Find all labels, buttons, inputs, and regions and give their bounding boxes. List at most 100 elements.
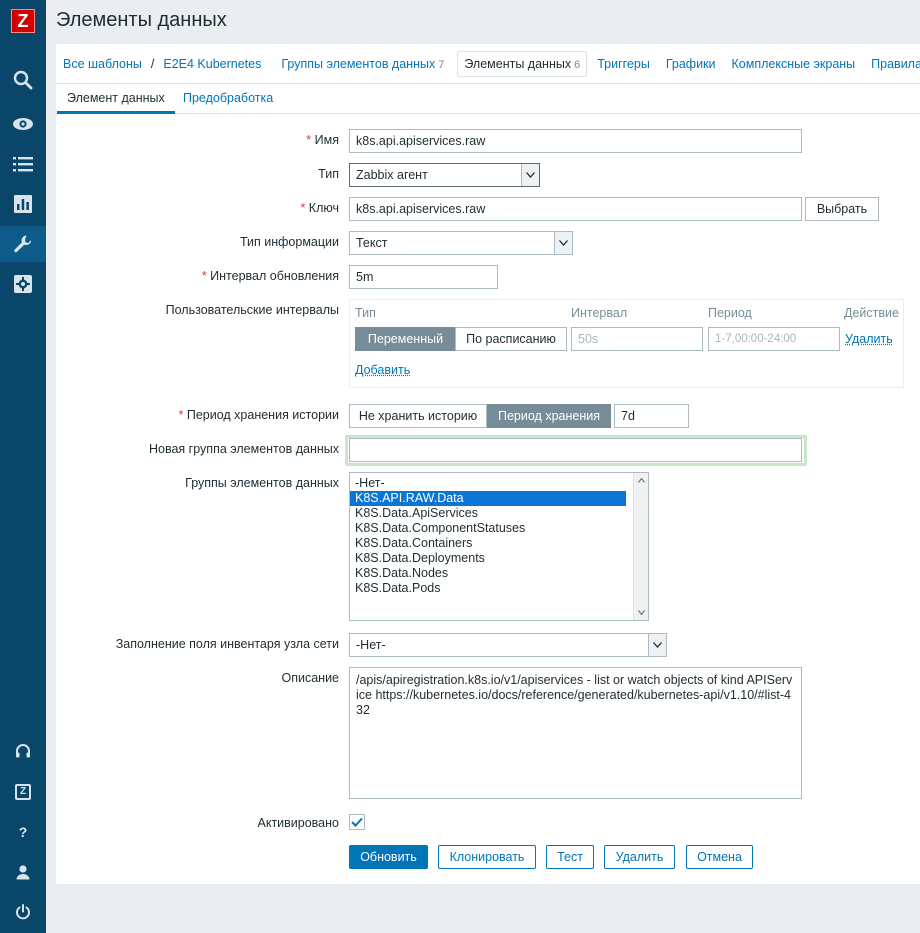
nav-app-groups[interactable]: Группы элементов данных 7 [274, 57, 451, 71]
eye-icon[interactable] [0, 106, 46, 142]
nav-template[interactable]: E2E4 Kubernetes [156, 57, 268, 71]
clone-button[interactable]: Клонировать [438, 845, 536, 869]
type-select-value: Zabbix агент [356, 168, 428, 182]
zabbix-logo[interactable]: Z [11, 9, 35, 33]
nav-items-count: 6 [574, 58, 581, 71]
page-title: Элементы данных [56, 9, 227, 31]
enabled-checkbox[interactable] [349, 814, 365, 830]
nav-screens[interactable]: Комплексные экраны [725, 57, 865, 71]
apps-option[interactable]: K8S.Data.ApiServices [350, 506, 626, 521]
breadcrumb-nav: Все шаблоны / E2E4 Kubernetes Группы эле… [56, 44, 920, 84]
apps-option[interactable]: K8S.Data.Pods [350, 581, 626, 596]
key-label-text: Ключ [308, 201, 339, 215]
apps-option[interactable]: K8S.Data.ComponentStatuses [350, 521, 626, 536]
chevron-down-icon [521, 164, 539, 186]
name-input[interactable]: k8s.api.apiservices.raw [349, 129, 802, 153]
apps-option[interactable]: K8S.API.RAW.Data [350, 491, 626, 506]
history-input[interactable]: 7d [614, 404, 689, 428]
tab-item[interactable]: Элемент данных [57, 84, 175, 114]
new-app-label: Новая группа элементов данных [149, 442, 339, 456]
apps-option[interactable]: -Нет- [350, 476, 626, 491]
name-label: * Имя [59, 133, 339, 147]
ci-col-type: Тип [355, 306, 376, 320]
chevron-down-icon[interactable] [634, 605, 648, 620]
apps-option[interactable]: K8S.Data.Deployments [350, 551, 626, 566]
form-tabs: Элемент данных Предобработка [56, 84, 920, 114]
new-app-input[interactable] [349, 438, 802, 462]
listbox-scrollbar[interactable] [633, 473, 648, 620]
chevron-down-icon [648, 634, 666, 656]
apps-label: Группы элементов данных [185, 476, 339, 490]
headset-icon[interactable] [0, 734, 46, 770]
chart-icon[interactable] [0, 186, 46, 222]
breadcrumb-separator: / [150, 56, 155, 71]
description-label: Описание [281, 671, 339, 685]
apps-listbox[interactable]: -Нет- K8S.API.RAW.Data K8S.Data.ApiService… [349, 472, 649, 621]
history-label: * Период хранения истории [59, 408, 340, 422]
interval-input[interactable]: 5m [349, 265, 498, 289]
chevron-down-icon [554, 232, 572, 254]
ci-interval-input[interactable]: 50s [571, 327, 703, 351]
tab-preprocessing[interactable]: Предобработка [173, 84, 283, 114]
description-textarea[interactable]: /apis/apiregistration.k8s.io/v1/apiservi… [349, 667, 802, 799]
inventory-value: -Нет- [356, 638, 386, 652]
enabled-label: Активировано [257, 816, 340, 830]
required-mark: * [201, 269, 207, 283]
share-z-label: Z [15, 784, 31, 800]
gear-icon[interactable] [0, 266, 46, 302]
apps-option[interactable]: K8S.Data.Nodes [350, 566, 626, 581]
ci-flexible-toggle[interactable]: Переменный [355, 327, 456, 351]
ci-period-input[interactable]: 1-7,00:00-24:00 [708, 327, 840, 351]
apps-options: -Нет- K8S.API.RAW.Data K8S.Data.ApiService… [350, 476, 648, 596]
select-key-button[interactable]: Выбрать [805, 197, 879, 221]
history-label-text: Период хранения истории [186, 408, 339, 422]
info-type-value: Текст [356, 236, 388, 250]
checkmark-icon [351, 817, 363, 827]
nav-all-templates[interactable]: Все шаблоны [56, 57, 149, 71]
name-label-text: Имя [314, 133, 339, 147]
user-icon[interactable] [0, 854, 46, 890]
custom-intervals-label: Пользовательские интервалы [165, 303, 339, 317]
history-no-toggle[interactable]: Не хранить историю [349, 404, 487, 428]
info-type-label: Тип информации [239, 235, 339, 249]
ci-col-action: Действие [844, 306, 899, 320]
required-mark: * [300, 201, 306, 215]
ci-remove-link[interactable]: Удалить [845, 332, 893, 346]
key-label: * Ключ [59, 201, 339, 215]
key-input[interactable]: k8s.api.apiservices.raw [349, 197, 802, 221]
info-type-select[interactable]: Текст [349, 231, 573, 255]
sidebar: Z Z ? [0, 0, 46, 933]
nav-app-groups-label: Группы элементов данных [281, 56, 436, 71]
ci-add-link[interactable]: Добавить [355, 363, 410, 377]
help-label: ? [18, 824, 28, 840]
nav-graphs[interactable]: Графики [659, 57, 725, 71]
inventory-select[interactable]: -Нет- [349, 633, 667, 657]
update-button[interactable]: Обновить [349, 845, 428, 869]
nav-app-groups-count: 7 [438, 58, 445, 71]
nav-triggers[interactable]: Триггеры [593, 57, 659, 71]
list-icon[interactable] [0, 146, 46, 182]
nav-items-label: Элементы данных [464, 56, 572, 71]
test-button[interactable]: Тест [546, 845, 594, 869]
wrench-icon[interactable] [0, 226, 46, 262]
ci-scheduling-toggle[interactable]: По расписанию [455, 327, 567, 351]
history-period-toggle[interactable]: Период хранения [487, 404, 611, 428]
required-mark: * [178, 408, 184, 422]
item-form-panel: Элемент данных Предобработка * Имя k8s.a… [56, 84, 920, 884]
custom-intervals-box: Тип Интервал Период Действие Переменный … [349, 299, 904, 388]
ci-col-period: Период [708, 306, 752, 320]
chevron-up-icon[interactable] [634, 473, 648, 488]
help-icon[interactable]: ? [0, 814, 46, 850]
power-icon[interactable] [0, 894, 46, 930]
nav-items[interactable]: Элементы данных 6 [457, 50, 588, 77]
cancel-button[interactable]: Отмена [686, 845, 753, 869]
apps-option[interactable]: K8S.Data.Containers [350, 536, 626, 551]
interval-label: * Интервал обновления [59, 269, 339, 283]
search-icon[interactable] [0, 62, 46, 98]
type-select[interactable]: Zabbix агент [349, 163, 540, 187]
nav-rules[interactable]: Правила о [864, 57, 920, 71]
delete-button[interactable]: Удалить [604, 845, 675, 869]
inventory-label: Заполнение поля инвентаря узла сети [115, 637, 339, 651]
share-z-icon[interactable]: Z [0, 774, 46, 810]
ci-col-interval: Интервал [571, 306, 628, 320]
